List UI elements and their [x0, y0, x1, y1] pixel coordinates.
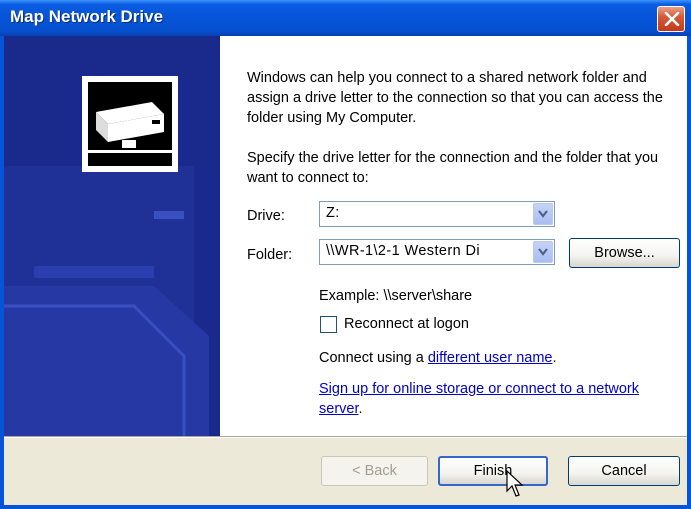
- close-icon: [664, 12, 680, 26]
- window-frame-bottom: [0, 505, 691, 509]
- window-frame-right: [687, 36, 691, 509]
- connect-suffix: .: [552, 350, 557, 366]
- reconnect-checkbox[interactable]: [320, 316, 337, 333]
- intro-text: Windows can help you connect to a shared…: [247, 70, 663, 126]
- instruction-text: Specify the drive letter for the connect…: [247, 150, 659, 186]
- chevron-down-icon: [538, 248, 548, 256]
- window-title: Map Network Drive: [10, 7, 164, 26]
- example-text: Example: \\server\share: [319, 288, 473, 304]
- back-button[interactable]: < Back: [321, 456, 428, 486]
- drive-label: Drive:: [247, 208, 285, 224]
- close-button[interactable]: [657, 6, 685, 32]
- title-bar[interactable]: Map Network Drive: [0, 0, 691, 36]
- chevron-down-icon: [538, 210, 548, 218]
- different-user-name-link[interactable]: different user name: [428, 350, 553, 366]
- finish-button[interactable]: Finish: [438, 456, 548, 486]
- network-drive-icon: [82, 76, 178, 172]
- signup-suffix: .: [358, 401, 363, 417]
- folder-combo[interactable]: \\WR-1\2-1 Western Di: [319, 239, 555, 265]
- folder-label: Folder:: [247, 247, 293, 263]
- signup-online-storage-link[interactable]: Sign up for online storage or connect to…: [319, 381, 639, 417]
- wizard-side-panel: [4, 36, 220, 436]
- connect-prefix: Connect using a: [319, 350, 428, 366]
- network-drive-illustration: [4, 76, 209, 436]
- mouse-cursor-icon: [506, 470, 524, 497]
- signup-text: Sign up for online storage or connect to…: [319, 379, 649, 419]
- folder-dropdown-button[interactable]: [533, 241, 553, 263]
- drive-dropdown-button[interactable]: [533, 203, 553, 225]
- browse-button[interactable]: Browse...: [569, 238, 680, 268]
- drive-value: Z:: [326, 205, 340, 221]
- drive-select[interactable]: Z:: [319, 201, 555, 227]
- cancel-button[interactable]: Cancel: [568, 456, 680, 486]
- footer-divider-highlight: [4, 437, 687, 438]
- wizard-content: Windows can help you connect to a shared…: [220, 36, 687, 436]
- folder-value[interactable]: \\WR-1\2-1 Western Di: [326, 243, 531, 259]
- reconnect-label[interactable]: Reconnect at logon: [344, 314, 469, 334]
- connect-using-text: Connect using a different user name.: [319, 348, 557, 368]
